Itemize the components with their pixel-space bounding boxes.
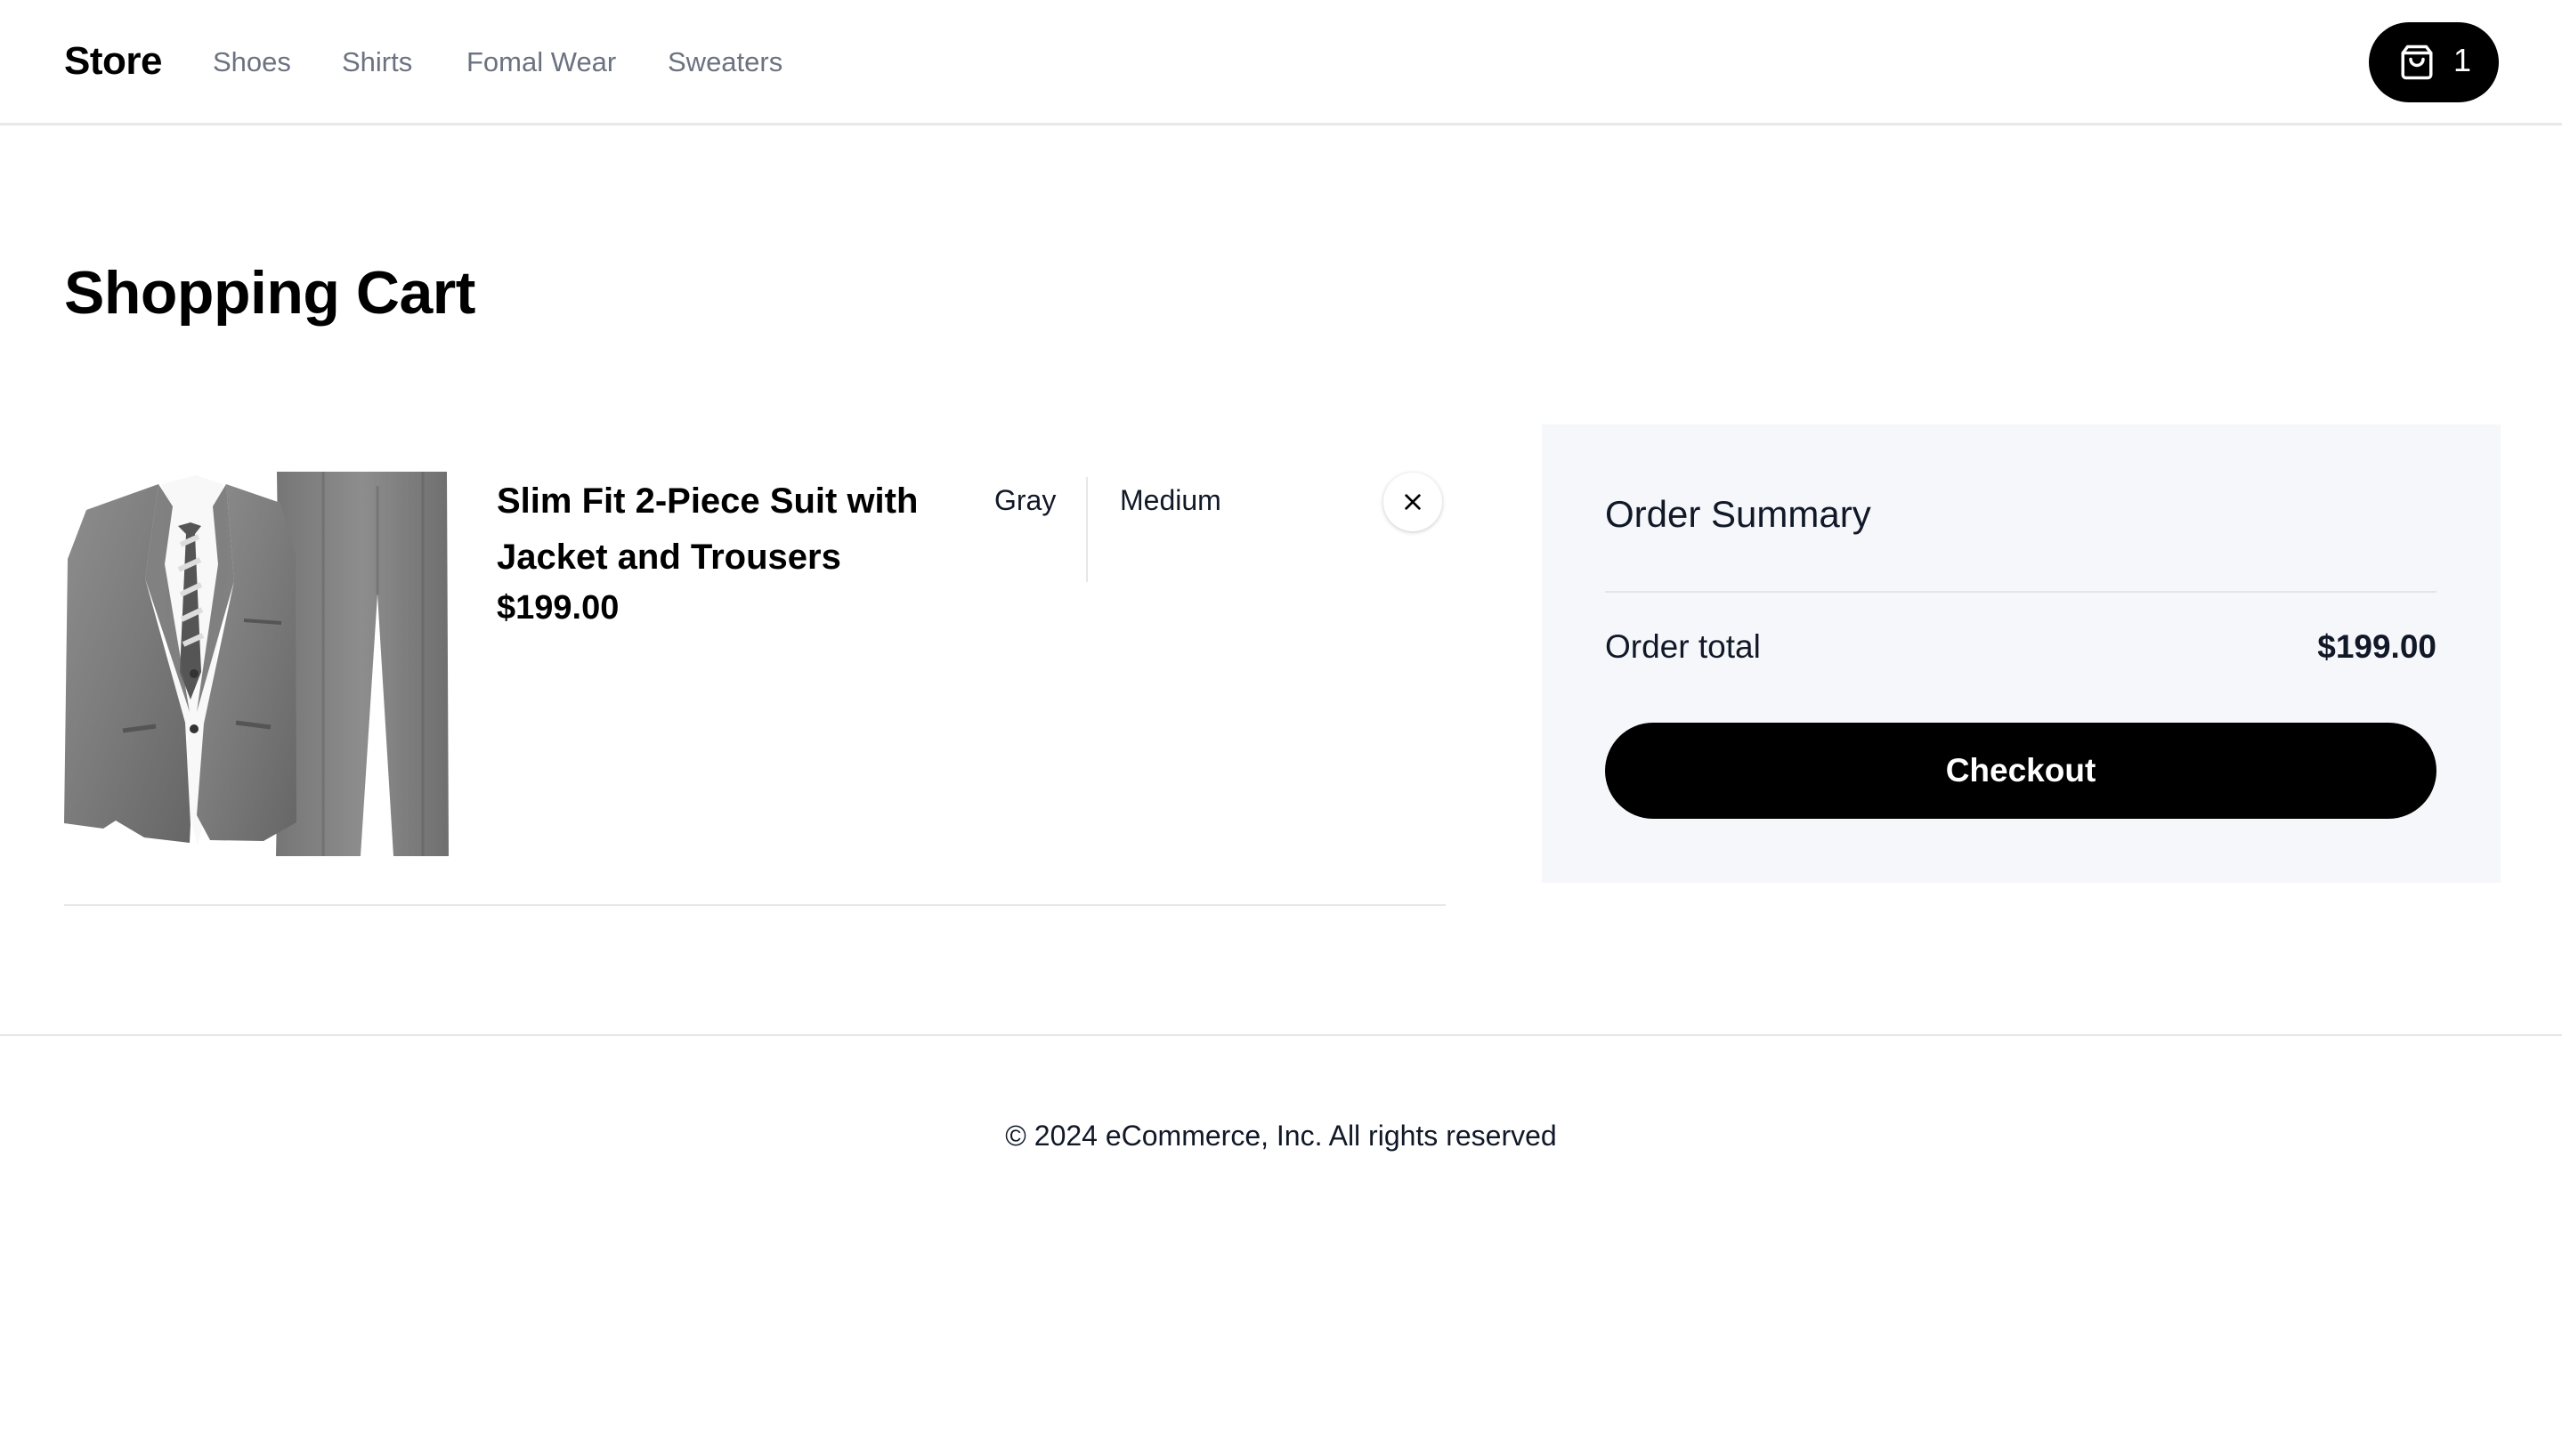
nav-link-sweaters[interactable]: Sweaters [668, 46, 782, 78]
store-logo[interactable]: Store [64, 39, 162, 84]
product-price: $199.00 [497, 589, 620, 627]
product-size: Medium [1120, 484, 1221, 516]
page-title: Shopping Cart [64, 259, 475, 327]
shopping-bag-icon [2398, 44, 2436, 81]
site-header: Store Shoes Shirts Fomal Wear Sweaters 1 [0, 0, 2562, 125]
nav-link-shirts[interactable]: Shirts [342, 46, 412, 78]
nav-link-formal-wear[interactable]: Fomal Wear [466, 46, 616, 78]
product-image [64, 472, 449, 856]
order-summary-title: Order Summary [1605, 493, 1871, 535]
cart-item: Slim Fit 2-Piece Suit with Jacket and Tr… [64, 472, 1446, 906]
attribute-divider [1086, 477, 1088, 582]
copyright-text: © 2024 eCommerce, Inc. All rights reserv… [1005, 1120, 1557, 1152]
cart-count: 1 [2453, 42, 2472, 78]
order-total-value: $199.00 [2317, 628, 2436, 665]
order-total-label: Order total [1605, 628, 1761, 665]
checkout-button[interactable]: Checkout [1605, 723, 2436, 819]
cart-button[interactable]: 1 [2369, 22, 2499, 102]
remove-item-button[interactable] [1383, 473, 1442, 531]
nav-link-shoes[interactable]: Shoes [213, 46, 291, 78]
close-icon [1405, 494, 1421, 510]
order-summary: Order Summary Order total $199.00 Checko… [1542, 425, 2501, 883]
product-name[interactable]: Slim Fit 2-Piece Suit with Jacket and Tr… [497, 473, 960, 586]
site-footer: © 2024 eCommerce, Inc. All rights reserv… [0, 1034, 2562, 1456]
product-color: Gray [994, 484, 1057, 516]
summary-divider [1605, 591, 2436, 593]
